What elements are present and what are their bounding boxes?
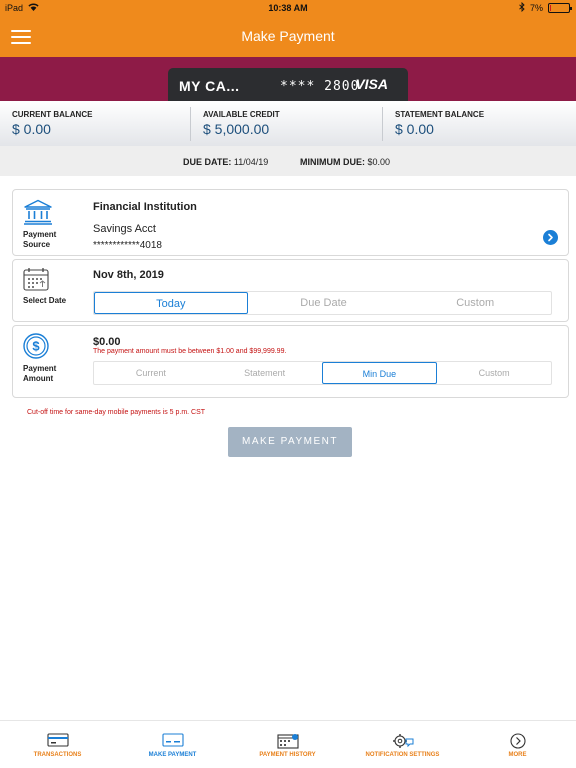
divider (382, 107, 383, 141)
date-option-today[interactable]: Today (94, 292, 248, 314)
institution-name: Financial Institution (93, 201, 197, 213)
tab-label: MORE (508, 752, 527, 758)
minimum-due: MINIMUM DUE: $0.00 (300, 157, 390, 167)
payment-amount-label: Payment Amount (23, 364, 56, 384)
select-date-panel: Select Date Nov 8th, 2019 Today Due Date… (12, 259, 569, 322)
divider (190, 107, 191, 141)
balances-strip: CURRENT BALANCE $ 0.00 AVAILABLE CREDIT … (0, 101, 576, 146)
card-brand-logo: VISA (355, 76, 388, 92)
app-root: iPad 10:38 AM 7% Make Payment MY CA... *… (0, 0, 576, 768)
make-payment-button[interactable]: MAKE PAYMENT (228, 427, 352, 457)
card-payment-icon (161, 733, 184, 751)
status-time: 10:38 AM (268, 3, 308, 13)
chevron-right-circle-icon[interactable] (543, 230, 558, 245)
bottom-tab-bar: TRANSACTIONS MAKE PAYMENT PAYMENT HISTOR… (0, 720, 576, 768)
date-segmented-control: Today Due Date Custom (93, 291, 552, 315)
tab-label: TRANSACTIONS (33, 752, 82, 758)
gear-chat-icon (392, 733, 414, 751)
credit-card-tile[interactable]: MY CA... **** 2800 VISA (168, 68, 408, 101)
account-number: ************4018 (93, 240, 162, 251)
amount-option-min-due[interactable]: Min Due (321, 362, 438, 384)
tab-label: NOTIFICATION SETTINGS (365, 752, 440, 758)
chevron-right-circle-icon (509, 733, 526, 751)
balance-label: STATEMENT BALANCE (395, 110, 485, 119)
tab-more[interactable]: MORE (460, 721, 575, 768)
balance-label: AVAILABLE CREDIT (203, 110, 280, 119)
nav-bar: Make Payment (0, 16, 576, 57)
label-line-1: Payment (23, 364, 57, 373)
balance-value: $ 0.00 (12, 121, 51, 137)
tab-payment-history[interactable]: PAYMENT HISTORY (230, 721, 345, 768)
battery-level (550, 5, 551, 11)
account-type: Savings Acct (93, 223, 156, 235)
dollar-circle-icon: $ (23, 333, 49, 364)
label-line-1: Payment (23, 230, 57, 239)
payment-amount-panel: $ Payment Amount $0.00 The payment amoun… (12, 325, 569, 398)
tab-label: MAKE PAYMENT (148, 752, 197, 758)
page-title: Make Payment (241, 28, 335, 44)
card-number: **** 2800 (280, 79, 360, 94)
label-line-2: Amount (23, 374, 54, 383)
svg-text:$: $ (32, 339, 40, 354)
tab-transactions[interactable]: TRANSACTIONS (0, 721, 115, 768)
select-date-label: Select Date (23, 296, 67, 305)
card-name: MY CA... (179, 78, 240, 94)
balance-current: CURRENT BALANCE $ 0.00 (12, 101, 182, 146)
balance-statement: STATEMENT BALANCE $ 0.00 (395, 101, 565, 146)
minimum-due-value: $0.00 (367, 157, 391, 167)
payment-amount-value[interactable]: $0.00 (93, 336, 121, 348)
credit-card-icon (46, 733, 69, 751)
battery-icon (548, 3, 572, 13)
amount-segmented-control: Current Statement Min Due Custom (93, 361, 552, 385)
calendar-icon (23, 267, 49, 296)
payment-source-panel[interactable]: Payment Source Financial Institution Sav… (12, 189, 569, 256)
payment-source-label: Payment Source (23, 230, 56, 250)
due-date-label: DUE DATE: (183, 157, 232, 167)
amount-option-current[interactable]: Current (94, 362, 208, 384)
date-option-due-date[interactable]: Due Date (248, 292, 400, 314)
tab-make-payment[interactable]: MAKE PAYMENT (115, 721, 230, 768)
due-date-value: 11/04/19 (233, 157, 269, 167)
bank-icon (23, 199, 53, 230)
amount-error-message: The payment amount must be between $1.00… (93, 348, 287, 355)
balance-label: CURRENT BALANCE (12, 110, 93, 119)
amount-option-custom[interactable]: Custom (437, 362, 551, 384)
balance-value: $ 5,000.00 (203, 121, 270, 137)
amount-option-statement[interactable]: Statement (208, 362, 322, 384)
due-info-row: DUE DATE: 11/04/19 MINIMUM DUE: $0.00 (0, 146, 576, 176)
balance-available-credit: AVAILABLE CREDIT $ 5,000.00 (203, 101, 373, 146)
status-bar: iPad 10:38 AM 7% (0, 0, 576, 16)
battery-percent: 7% (529, 3, 543, 13)
calendar-history-icon (276, 733, 299, 751)
tab-label: PAYMENT HISTORY (259, 752, 316, 758)
cutoff-note: Cut-off time for same-day mobile payment… (27, 409, 206, 416)
tab-notification-settings[interactable]: NOTIFICATION SETTINGS (345, 721, 460, 768)
date-option-custom[interactable]: Custom (399, 292, 551, 314)
label-line-2: Source (23, 240, 51, 249)
bluetooth-icon (519, 1, 525, 14)
selected-date: Nov 8th, 2019 (93, 269, 164, 281)
due-date: DUE DATE: 11/04/19 (183, 157, 268, 167)
balance-value: $ 0.00 (395, 121, 434, 137)
minimum-due-label: MINIMUM DUE: (300, 157, 365, 167)
